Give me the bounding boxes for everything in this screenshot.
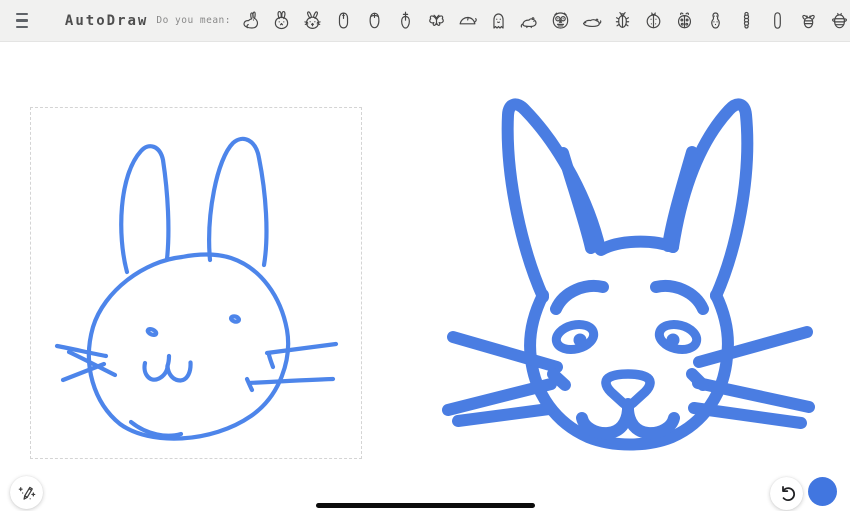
suggestion-peanut[interactable] xyxy=(705,10,726,31)
suggestion-caterpillar[interactable] xyxy=(736,10,757,31)
sketch-whiskers xyxy=(54,341,339,393)
owl-icon xyxy=(550,10,571,31)
ghost-icon xyxy=(488,10,509,31)
suggestion-computer-mouse[interactable] xyxy=(333,10,354,31)
menu-button[interactable] xyxy=(16,12,28,29)
autodraw-rabbit xyxy=(442,98,815,451)
draw-tool-button[interactable] xyxy=(10,476,43,509)
rat-2-icon xyxy=(581,10,602,31)
suggestion-computer-mouse-2[interactable] xyxy=(364,10,385,31)
result-eyes xyxy=(551,319,702,355)
suggestion-ladybug[interactable] xyxy=(643,10,664,31)
suggestion-rabbit[interactable] xyxy=(240,10,261,31)
ladybug-2-icon xyxy=(674,10,695,31)
topbar: AutoDraw Do you mean: xyxy=(0,0,850,42)
home-indicator xyxy=(316,503,535,508)
bee-2-icon xyxy=(829,10,850,31)
result-brows xyxy=(550,280,709,315)
computer-mouse-2-icon xyxy=(364,10,385,31)
suggestion-rabbit-face[interactable] xyxy=(271,10,292,31)
result-nose-mouth xyxy=(576,369,680,440)
computer-mouse-icon xyxy=(333,10,354,31)
beetle-icon xyxy=(612,10,633,31)
computer-mouse-side-icon xyxy=(457,10,478,31)
autodraw-app: AutoDraw Do you mean: xyxy=(0,0,850,511)
undo-icon xyxy=(781,485,795,501)
suggest-label: Do you mean: xyxy=(156,15,231,26)
computer-mouse-3-icon xyxy=(395,10,416,31)
suggestion-pill[interactable] xyxy=(767,10,788,31)
suggestion-owl[interactable] xyxy=(550,10,571,31)
drawing-canvas[interactable] xyxy=(0,42,850,511)
suggestion-strip xyxy=(240,10,850,31)
suggestion-beetle[interactable] xyxy=(612,10,633,31)
rabbit-icon xyxy=(240,10,261,31)
bee-icon xyxy=(798,10,819,31)
undo-button[interactable] xyxy=(770,477,803,510)
rat-icon xyxy=(519,10,540,31)
suggestion-rabbit-face-2[interactable] xyxy=(302,10,323,31)
sketch-mouth xyxy=(142,353,193,383)
rabbit-face-icon xyxy=(271,10,292,31)
user-sketch-rabbit xyxy=(54,136,339,441)
caterpillar-icon xyxy=(736,10,757,31)
peanut-icon xyxy=(705,10,726,31)
suggestion-rat-2[interactable] xyxy=(581,10,602,31)
suggestion-bee-2[interactable] xyxy=(829,10,850,31)
suggestion-computer-mouse-3[interactable] xyxy=(395,10,416,31)
suggestion-butterfly[interactable] xyxy=(426,10,447,31)
magic-pencil-icon xyxy=(18,486,36,500)
ladybug-icon xyxy=(643,10,664,31)
sketch-ears xyxy=(119,136,269,275)
suggestion-ghost[interactable] xyxy=(488,10,509,31)
app-title: AutoDraw xyxy=(64,12,149,29)
butterfly-icon xyxy=(426,10,447,31)
hamburger-icon xyxy=(16,12,28,15)
color-swatch-button[interactable] xyxy=(808,477,837,506)
sketch-head xyxy=(86,252,291,441)
rabbit-face-2-icon xyxy=(302,10,323,31)
pill-icon xyxy=(767,10,788,31)
suggestion-rat[interactable] xyxy=(519,10,540,31)
sketch-eyes xyxy=(145,314,242,338)
suggestion-computer-mouse-side[interactable] xyxy=(457,10,478,31)
result-head-outline xyxy=(501,98,754,451)
suggestion-ladybug-2[interactable] xyxy=(674,10,695,31)
suggestion-bee[interactable] xyxy=(798,10,819,31)
